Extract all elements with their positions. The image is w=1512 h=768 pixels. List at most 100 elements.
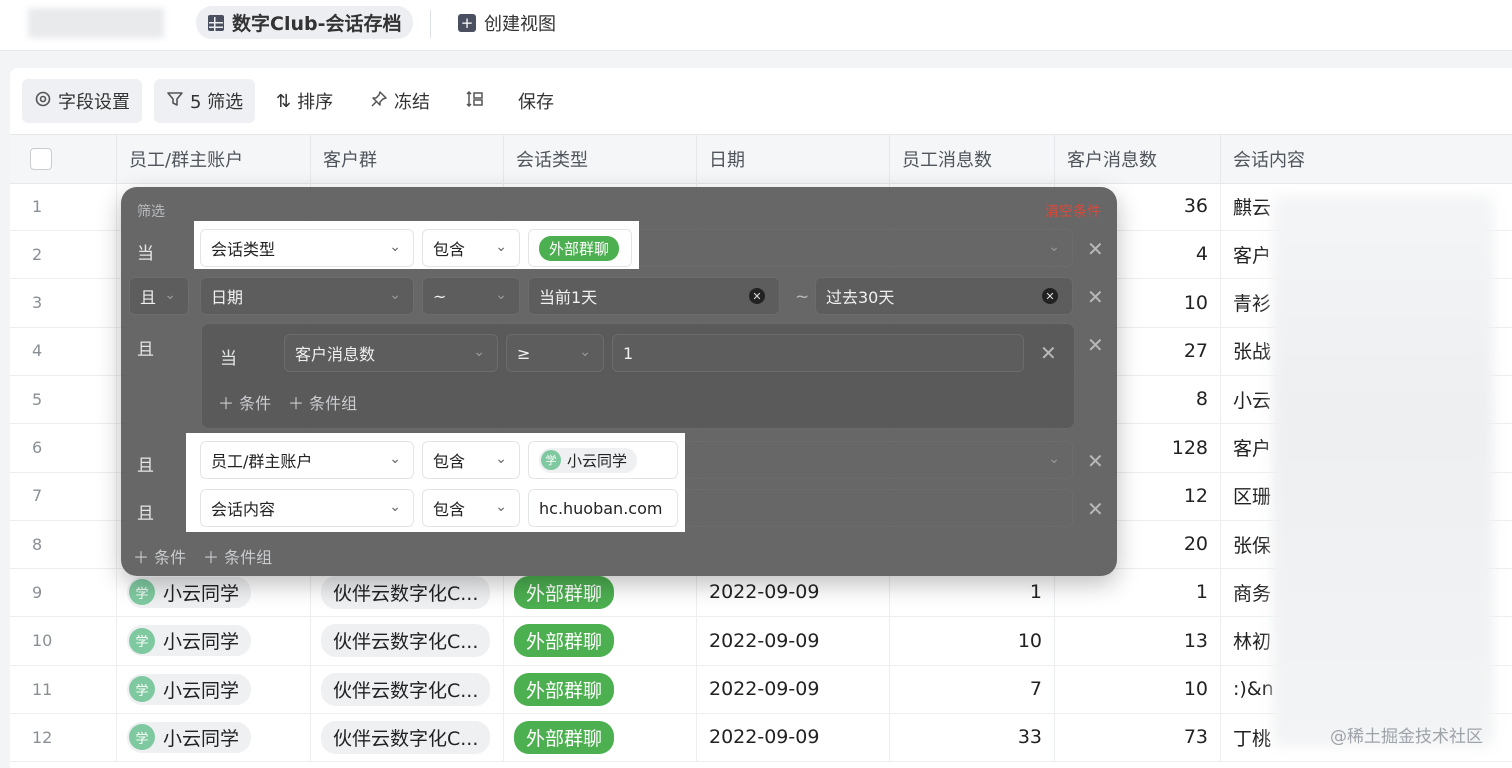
filter-popover: 筛选 清空条件 当 ⌄ 会话类型 ⌄ 包含 ⌄ 外部群聊 ✕ 且 ⌄ 日期 ⌄ … — [121, 187, 1117, 576]
add-condition-group-button[interactable]: ＋ 条件组 — [203, 544, 272, 568]
condition-3-operator[interactable]: ≥ ⌄ — [506, 334, 604, 372]
condition-4-field[interactable]: 员工/群主账户 ⌄ — [200, 441, 414, 479]
chevron-down-icon: ⌄ — [495, 287, 507, 303]
group-tag: 伙伴云数字化C... — [321, 575, 491, 609]
column-header-customer-msgs[interactable]: 客户消息数 — [1054, 135, 1220, 183]
filter-button[interactable]: 5 筛选 — [154, 79, 256, 123]
content-value: 张保 — [1233, 534, 1272, 557]
content-value: 麒云 — [1233, 196, 1272, 219]
chevron-down-icon: ⌄ — [579, 344, 591, 360]
condition-2-operator-label: ~ — [433, 286, 447, 306]
remove-condition-2-icon[interactable]: ✕ — [1087, 285, 1104, 309]
employee-msgs-value: 33 — [1017, 726, 1042, 749]
employee-cell[interactable]: 学小云同学 — [116, 616, 310, 665]
add-condition-label: 条件 — [154, 548, 187, 567]
remove-condition-3-icon[interactable]: ✕ — [1040, 341, 1057, 365]
nested-add-group-button[interactable]: ＋ 条件组 — [288, 390, 357, 414]
customer-msgs-cell[interactable]: 73 — [1054, 713, 1220, 762]
customer-msgs-cell[interactable]: 13 — [1054, 616, 1220, 665]
condition-2-field[interactable]: 日期 ⌄ — [200, 277, 414, 315]
filter-icon — [166, 90, 184, 113]
field-settings-label: 字段设置 — [58, 92, 130, 113]
view-tab[interactable]: 数字Club-会话存档 — [196, 6, 414, 39]
employee-msgs-cell[interactable]: 33 — [889, 713, 1054, 762]
condition-2-from[interactable]: 当前1天 ✕ — [528, 277, 780, 315]
value-chip: 外部群聊 — [539, 235, 620, 261]
table-icon — [208, 14, 224, 31]
top-bar: 数字Club-会话存档 + 创建视图 — [0, 0, 1512, 51]
remove-condition-5-icon[interactable]: ✕ — [1087, 497, 1104, 521]
column-header-employee[interactable]: 员工/群主账户 — [116, 135, 310, 183]
chevron-down-icon: ⌄ — [495, 239, 507, 255]
save-button[interactable]: 保存 — [506, 79, 566, 123]
condition-1-operator[interactable]: 包含 ⌄ — [422, 229, 520, 267]
row-number: 5 — [32, 389, 43, 409]
avatar: 学 — [541, 450, 561, 470]
plus-icon: + — [458, 14, 476, 32]
employee-cell[interactable]: 学小云同学 — [116, 665, 310, 713]
condition-3-field[interactable]: 客户消息数 ⌄ — [284, 334, 498, 372]
tab-divider — [430, 10, 431, 38]
condition-2-to[interactable]: 过去30天 ✕ — [815, 277, 1073, 315]
condition-4-operator[interactable]: 包含 ⌄ — [422, 441, 520, 479]
content-value: 客户 — [1233, 438, 1272, 460]
column-header-group[interactable]: 客户群 — [310, 135, 503, 183]
date-cell[interactable]: 2022-09-09 — [696, 713, 889, 762]
employee-msgs-value: 7 — [1029, 678, 1042, 700]
clear-icon[interactable]: ✕ — [1042, 288, 1058, 304]
column-header-employee-msgs[interactable]: 员工消息数 — [889, 135, 1054, 183]
date-value: 2022-09-09 — [709, 581, 820, 604]
row-number: 6 — [32, 438, 43, 457]
condition-1-value[interactable]: 外部群聊 — [528, 229, 632, 267]
clear-icon[interactable]: ✕ — [749, 288, 765, 304]
condition-1-field[interactable]: 会话类型 ⌄ — [200, 229, 414, 267]
view-tab-label: 数字Club-会话存档 — [232, 13, 402, 35]
condition-4-value[interactable]: 学 小云同学 — [528, 441, 678, 479]
freeze-button[interactable]: 冻结 — [358, 79, 442, 123]
sort-button[interactable]: ⇅ 排序 — [264, 79, 345, 123]
condition-5-value-input[interactable]: hc.huoban.com — [528, 489, 678, 527]
field-settings-button[interactable]: 字段设置 — [22, 79, 142, 123]
group-cell[interactable]: 伙伴云数字化C... — [310, 713, 503, 762]
condition-5-field[interactable]: 会话内容 ⌄ — [200, 489, 414, 527]
nested-add-condition-button[interactable]: ＋ 条件 — [218, 390, 271, 414]
condition-2-to-label: 过去30天 — [826, 288, 895, 307]
group-cell[interactable]: 伙伴云数字化C... — [310, 665, 503, 713]
type-cell[interactable]: 外部群聊 — [503, 665, 696, 713]
remove-group-icon[interactable]: ✕ — [1087, 333, 1104, 357]
clear-conditions-button[interactable]: 清空条件 — [1045, 201, 1101, 221]
employee-msgs-cell[interactable]: 10 — [889, 616, 1054, 665]
customer-msgs-cell[interactable]: 10 — [1054, 665, 1220, 713]
type-cell[interactable]: 外部群聊 — [503, 713, 696, 762]
user-tag: 学小云同学 — [127, 721, 252, 753]
add-condition-button[interactable]: ＋ 条件 — [133, 544, 186, 568]
date-value: 2022-09-09 — [709, 629, 820, 652]
type-tag: 外部群聊 — [514, 720, 615, 754]
type-cell[interactable]: 外部群聊 — [503, 616, 696, 665]
date-cell[interactable]: 2022-09-09 — [696, 665, 889, 713]
customer-msgs-value: 4 — [1195, 243, 1208, 266]
row-height-button[interactable] — [454, 79, 496, 123]
type-tag: 外部群聊 — [514, 624, 615, 658]
nested-when-label: 当 — [220, 349, 237, 369]
condition-3-value-input[interactable]: 1 — [612, 334, 1024, 372]
row-number: 12 — [32, 727, 53, 747]
avatar: 学 — [129, 579, 155, 606]
remove-condition-1-icon[interactable]: ✕ — [1087, 237, 1104, 261]
condition-2-operator[interactable]: ~ ⌄ — [422, 277, 520, 315]
select-all-checkbox[interactable] — [30, 148, 52, 170]
row-number: 7 — [32, 486, 43, 506]
column-header-content[interactable]: 会话内容 — [1220, 135, 1512, 183]
create-view-button[interactable]: + 创建视图 — [458, 8, 556, 38]
date-cell[interactable]: 2022-09-09 — [696, 616, 889, 665]
employee-msgs-cell[interactable]: 7 — [889, 665, 1054, 713]
employee-cell[interactable]: 学小云同学 — [116, 713, 310, 762]
group-cell[interactable]: 伙伴云数字化C... — [310, 616, 503, 665]
remove-condition-4-icon[interactable]: ✕ — [1087, 449, 1104, 473]
group-conjunction-label: 且 — [137, 340, 154, 360]
condition-5-operator[interactable]: 包含 ⌄ — [422, 489, 520, 527]
date-value: 2022-09-09 — [709, 726, 820, 749]
column-header-date[interactable]: 日期 — [696, 135, 889, 183]
condition-2-conjunction[interactable]: 且 ⌄ — [129, 277, 189, 315]
column-header-type[interactable]: 会话类型 — [503, 135, 696, 183]
